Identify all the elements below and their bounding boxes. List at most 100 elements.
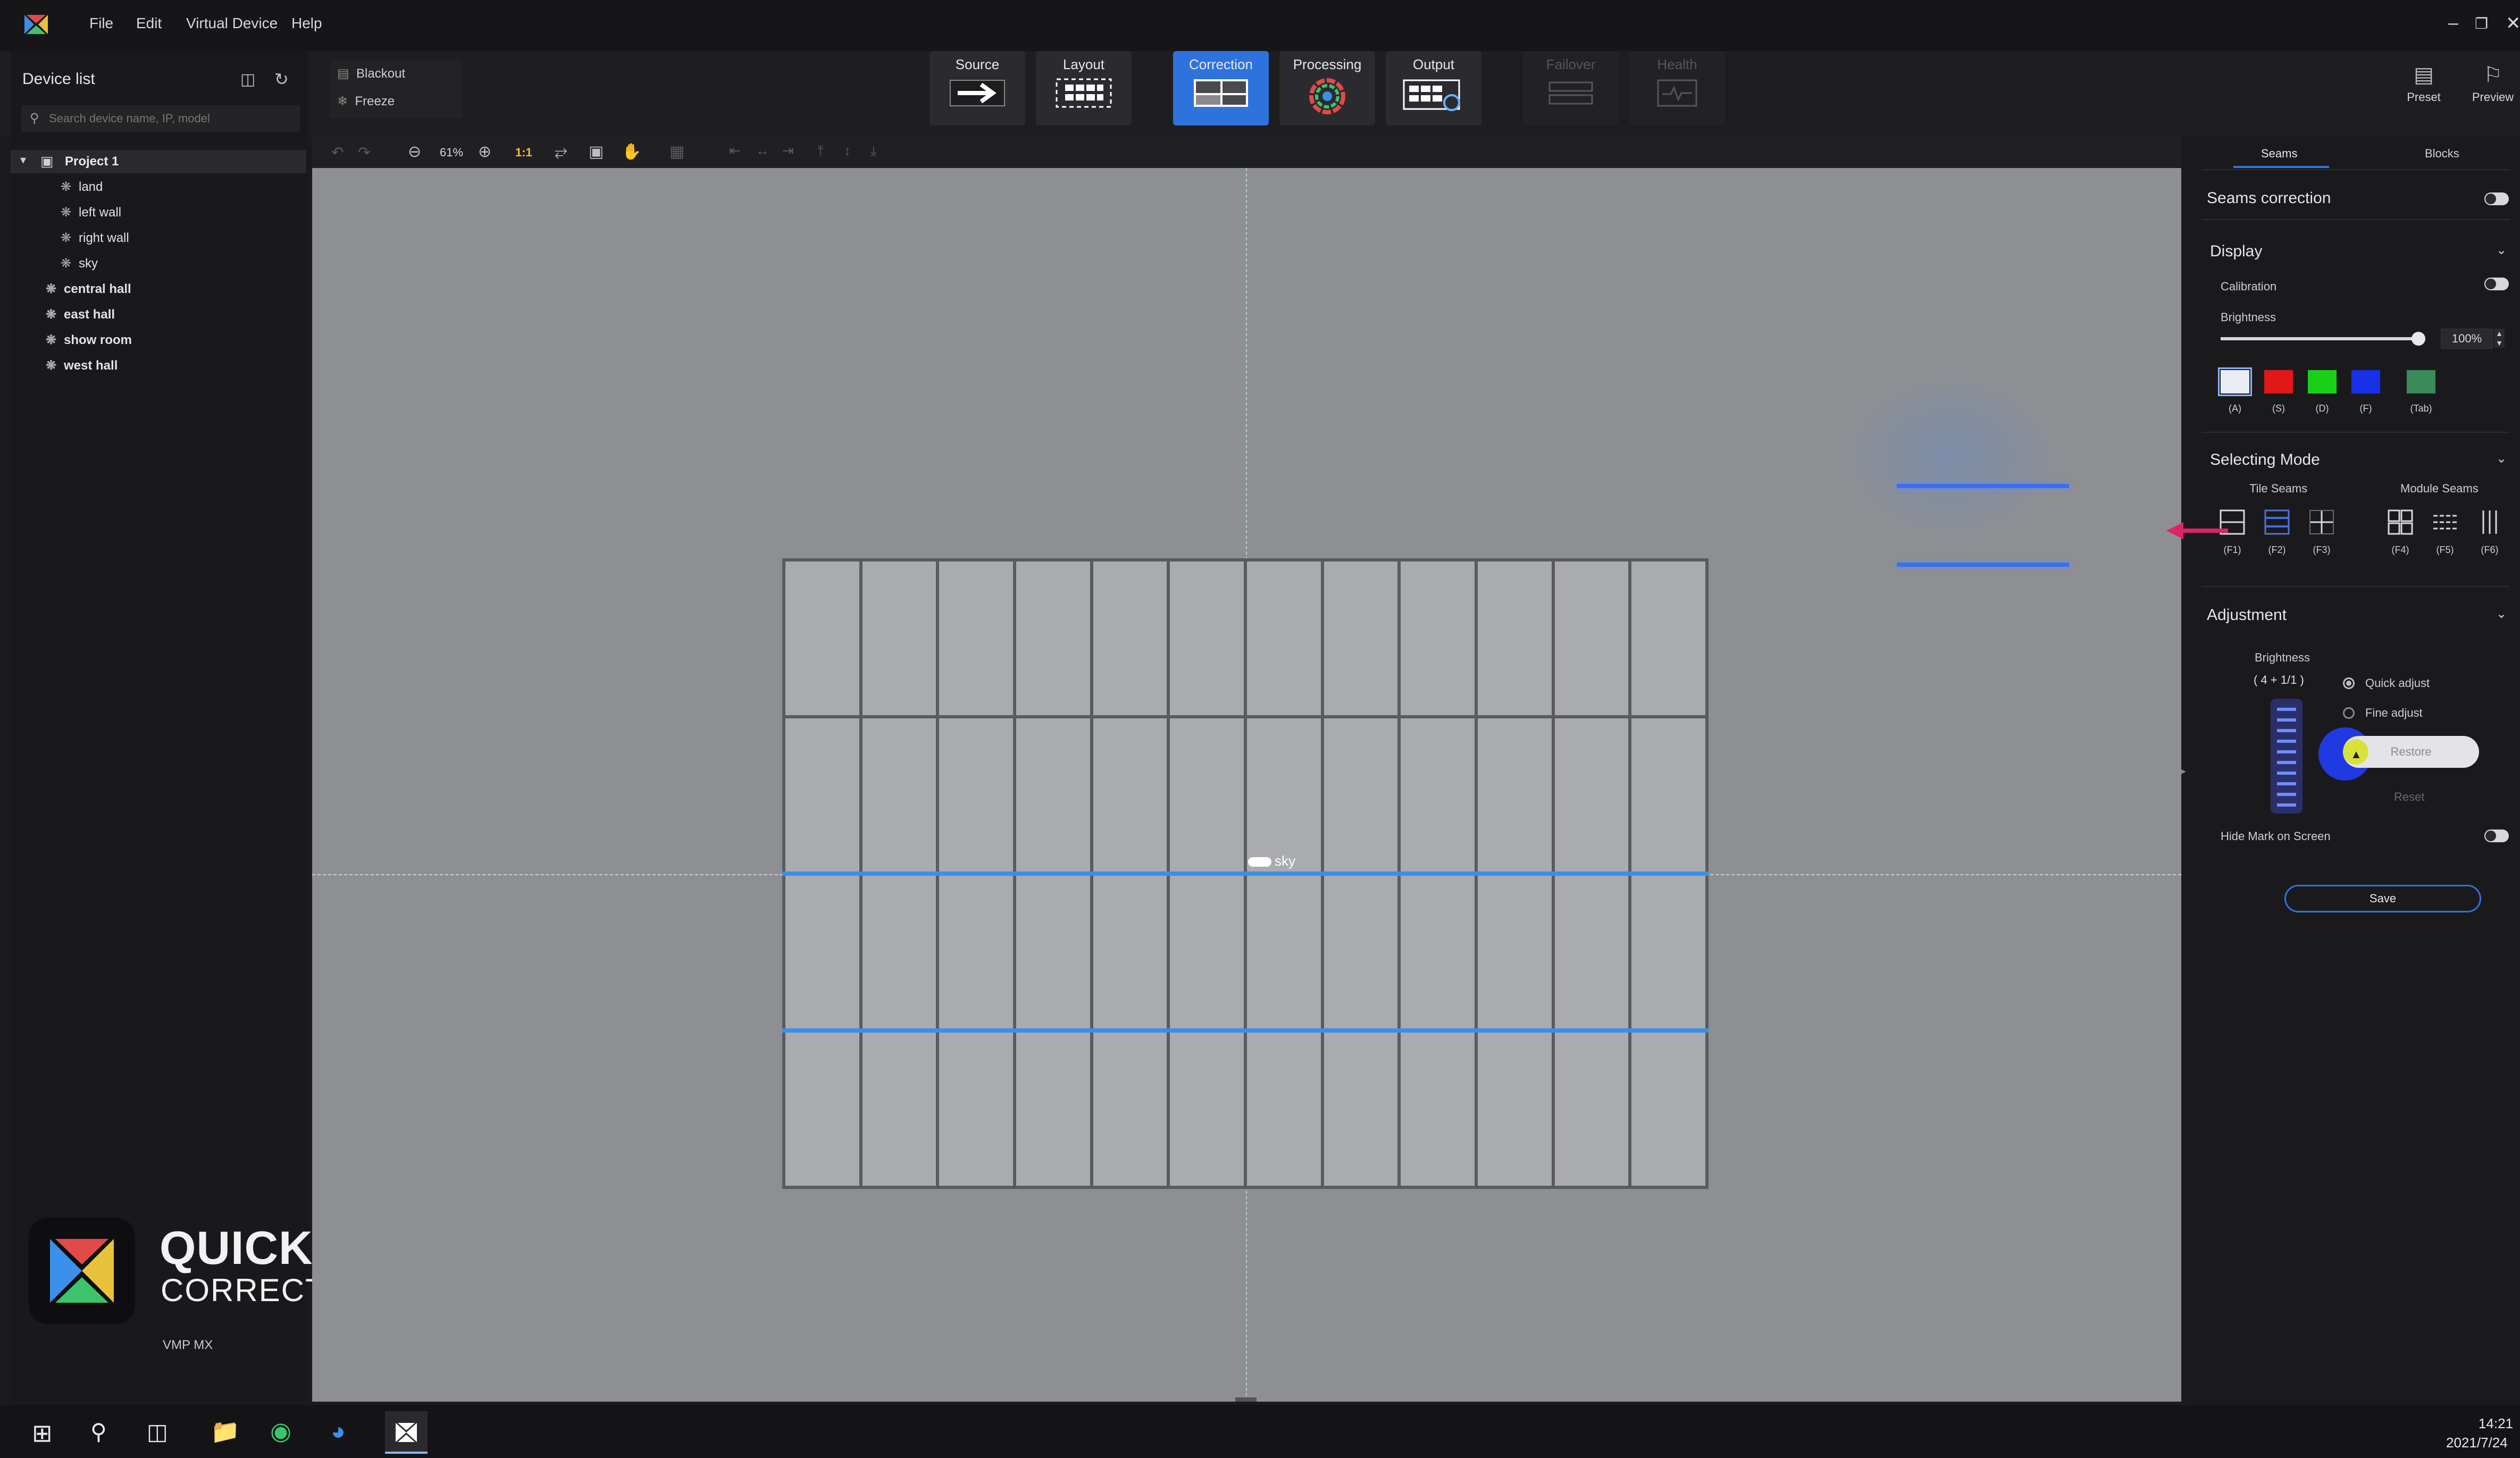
quick-adjust-radio[interactable] [2343, 677, 2355, 689]
led-cabinet[interactable] [1170, 718, 1244, 872]
edge-browser-icon[interactable]: ◕ [331, 1417, 346, 1445]
led-cabinet[interactable] [1093, 875, 1167, 1029]
led-cabinet[interactable] [1631, 718, 1705, 872]
device-search-input[interactable] [48, 110, 295, 128]
failover-button[interactable]: Failover [1523, 51, 1619, 125]
zoom-out-icon[interactable]: ⊖ [408, 143, 421, 161]
freeze-button[interactable]: ❄ Freeze [337, 94, 395, 109]
tree-item-show-room[interactable]: ❋ show room [44, 330, 132, 355]
led-cabinet[interactable] [1554, 562, 1629, 715]
fit-screen-icon[interactable]: ⥂ [555, 143, 567, 161]
tree-item-left-wall[interactable]: ❋ left wall [58, 202, 129, 228]
align-right-icon[interactable]: ⇥ [782, 143, 794, 159]
align-bottom-icon[interactable]: ⤓ [870, 143, 877, 160]
menu-file[interactable]: File [89, 15, 113, 32]
module-seam-horizontal-icon[interactable] [2431, 508, 2459, 536]
tile-seam-cross-icon[interactable] [2308, 508, 2335, 536]
fine-adjust-radio[interactable] [2343, 707, 2355, 719]
display-brightness-track[interactable] [2221, 337, 2418, 340]
align-middle-icon[interactable]: ↕ [844, 143, 851, 159]
bottom-panel-handle[interactable] [1235, 1397, 1257, 1402]
chevron-down-icon[interactable]: ⌄ [2496, 242, 2507, 258]
led-cabinet[interactable] [1554, 718, 1629, 872]
selected-seam-line[interactable] [782, 1028, 1709, 1033]
led-cabinet[interactable] [1324, 562, 1398, 715]
blackout-button[interactable]: ▤ Blackout [337, 66, 405, 81]
led-cabinet[interactable] [1554, 1032, 1629, 1186]
hide-mark-toggle[interactable] [2484, 829, 2509, 842]
undo-icon[interactable]: ↶ [331, 144, 344, 161]
correction-canvas[interactable]: sky [312, 168, 2181, 1402]
health-button[interactable]: Health [1629, 51, 1725, 125]
color-swatch[interactable] [2264, 370, 2293, 393]
color-swatch[interactable] [2218, 367, 2252, 396]
led-cabinet[interactable] [1478, 875, 1552, 1029]
led-cabinet[interactable] [1631, 1032, 1705, 1186]
led-cabinet[interactable] [1247, 1032, 1321, 1186]
start-windows-icon[interactable]: ⊞ [32, 1419, 53, 1447]
add-device-icon[interactable]: ◫ [240, 70, 255, 89]
processing-button[interactable]: Processing [1279, 51, 1375, 125]
led-cabinet[interactable] [1016, 1032, 1090, 1186]
led-cabinet[interactable] [939, 718, 1013, 872]
led-cabinet[interactable] [1631, 875, 1705, 1029]
align-left-icon[interactable]: ⇤ [729, 143, 741, 159]
output-button[interactable]: Output [1386, 51, 1481, 125]
led-cabinet[interactable] [1247, 875, 1321, 1029]
calibration-toggle[interactable] [2484, 278, 2509, 290]
led-cabinet[interactable] [939, 562, 1013, 715]
grid-icon[interactable]: ▦ [669, 143, 684, 161]
close-icon[interactable]: ✕ [2506, 13, 2520, 34]
correction-button[interactable]: Correction [1173, 51, 1269, 125]
right-panel-collapse-icon[interactable]: ▸ [2181, 766, 2191, 782]
restore-window-icon[interactable]: ❐ [2475, 15, 2488, 32]
led-cabinet[interactable] [1016, 562, 1090, 715]
led-cabinet[interactable] [862, 1032, 936, 1186]
led-cabinet[interactable] [1247, 562, 1321, 715]
module-seam-grid-icon[interactable] [2387, 508, 2414, 536]
led-cabinet[interactable] [1401, 562, 1475, 715]
led-cabinet[interactable] [1401, 718, 1475, 872]
led-cabinet[interactable] [939, 1032, 1013, 1186]
display-brightness-thumb[interactable] [2412, 332, 2425, 346]
image-swatch-icon[interactable] [2407, 370, 2435, 393]
led-cabinet[interactable] [785, 562, 859, 715]
menu-help[interactable]: Help [291, 15, 322, 32]
source-button[interactable]: Source [930, 51, 1025, 125]
led-cabinet[interactable] [1170, 875, 1244, 1029]
led-cabinet[interactable] [1170, 562, 1244, 715]
search-icon[interactable]: ⚲ [90, 1419, 107, 1445]
module-seam-vertical-icon[interactable] [2476, 508, 2504, 536]
led-cabinet[interactable] [1478, 1032, 1552, 1186]
display-brightness-value[interactable]: 100% [2441, 329, 2493, 349]
menu-virtual-device[interactable]: Virtual Device [186, 15, 278, 32]
tab-blocks[interactable]: Blocks [2425, 147, 2459, 161]
led-cabinet[interactable] [1324, 718, 1398, 872]
align-top-icon[interactable]: ⤒ [817, 143, 824, 160]
led-cabinet[interactable] [1016, 718, 1090, 872]
tree-item-central-hall[interactable]: ❋ central hall [44, 279, 132, 304]
task-view-icon[interactable]: ◫ [147, 1419, 168, 1445]
tree-project[interactable]: ▾ ▣ Project 1 [11, 150, 306, 173]
selected-seam-line[interactable] [782, 872, 1709, 876]
preset-button[interactable]: ▤ Preset [2402, 63, 2445, 104]
led-screen-sky[interactable] [782, 558, 1709, 1189]
led-cabinet[interactable] [1401, 875, 1475, 1029]
zoom-level[interactable]: 61% [440, 146, 463, 160]
led-cabinet[interactable] [1093, 718, 1167, 872]
seams-correction-toggle[interactable] [2484, 192, 2509, 205]
tile-seam-horizontal-icon[interactable] [2263, 508, 2291, 536]
chevron-down-icon[interactable]: ⌄ [2496, 451, 2507, 466]
led-cabinet[interactable] [785, 1032, 859, 1186]
refresh-icon[interactable]: ↻ [274, 69, 289, 89]
led-cabinet[interactable] [1324, 875, 1398, 1029]
tree-item-land[interactable]: ❋ land [58, 177, 129, 202]
fit-window-icon[interactable]: ▣ [589, 143, 604, 161]
file-explorer-icon[interactable]: 📁 [211, 1418, 240, 1445]
led-cabinet[interactable] [1478, 718, 1552, 872]
chevron-down-icon[interactable]: ⌄ [2496, 606, 2507, 622]
tree-item-west-hall[interactable]: ❋ west hall [44, 355, 132, 381]
color-swatch[interactable] [2308, 370, 2337, 393]
tree-item-right-wall[interactable]: ❋ right wall [58, 228, 129, 253]
brightness-adjust-bar[interactable] [2271, 699, 2303, 814]
